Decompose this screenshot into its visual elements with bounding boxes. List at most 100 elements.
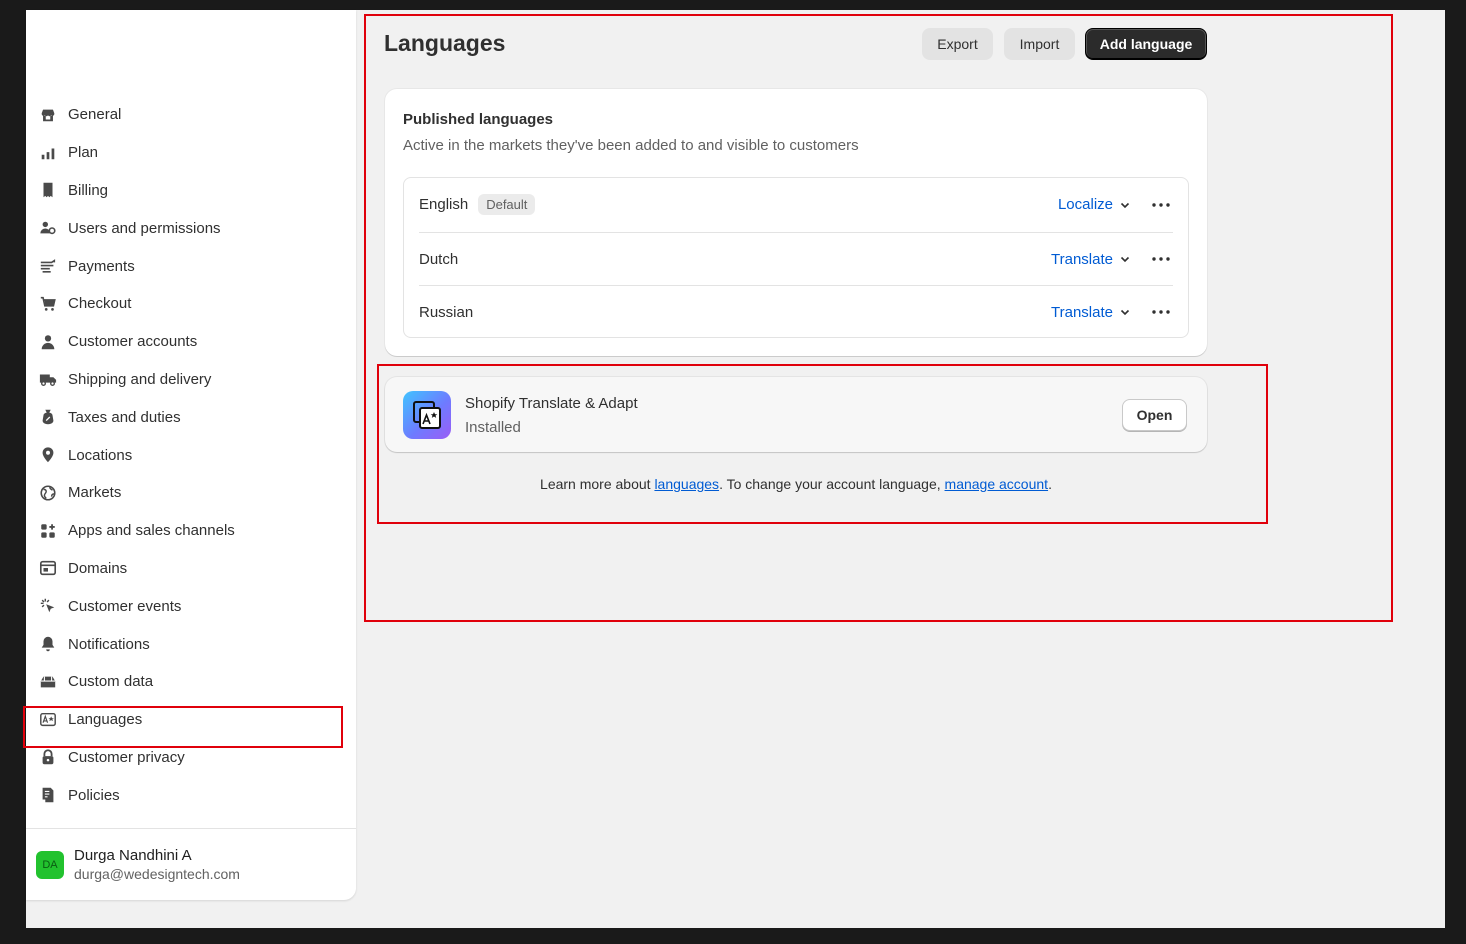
sidebar-item-notifications[interactable]: Notifications [26,625,356,663]
policies-icon [38,785,58,805]
localize-dropdown[interactable]: Localize [1058,196,1131,213]
apps-icon [38,521,58,541]
events-icon [38,596,58,616]
language-name: Russian [419,303,474,321]
user-email: durga@wedesigntech.com [74,866,240,882]
language-icon [38,710,58,730]
action-label: Localize [1057,196,1113,213]
sidebar-item-domains[interactable]: Domains [26,550,356,588]
page-title: Languages [384,30,506,56]
translate-dropdown[interactable]: Translate [1051,251,1131,268]
help-text-middle: . To change your account language, [719,476,945,492]
help-text-prefix: Learn more about [540,476,655,492]
chevron-down-icon [1120,256,1130,263]
settings-window: General Plan Billing Users and permissio… [23,10,1445,928]
domain-icon [38,558,58,578]
sidebar-item-checkout[interactable]: Checkout [26,285,356,323]
sidebar-item-label: Customer accounts [68,333,198,351]
sidebar-item-locations[interactable]: Locations [26,436,356,474]
lock-icon [38,747,58,767]
translate-app-icon [403,391,451,439]
help-text-suffix: . [1048,476,1052,492]
cart-icon [38,294,58,314]
user-info: Durga Nandhini A durga@wedesigntech.com [74,847,240,882]
sidebar-item-label: Languages [68,711,143,729]
sidebar-item-customer-accounts[interactable]: Customer accounts [26,323,356,361]
export-button[interactable]: Export [922,28,993,60]
sidebar-item-label: Billing [68,181,109,199]
sidebar-item-payments[interactable]: Payments [26,247,356,285]
chevron-down-icon [1120,202,1130,208]
open-app-button[interactable]: Open [1122,399,1187,431]
sidebar-item-markets[interactable]: Markets [26,474,356,512]
settings-nav: General Plan Billing Users and permissio… [26,96,356,814]
more-actions-button[interactable] [1149,247,1173,271]
users-icon [38,218,58,238]
sidebar-item-label: Payments [68,257,135,275]
sidebar-item-customer-privacy[interactable]: Customer privacy [26,739,356,777]
sidebar-item-label: Policies [68,786,120,804]
sidebar-item-label: Apps and sales channels [68,522,235,540]
store-icon [38,105,58,125]
language-list: English Default Localize Dutch Translate [403,177,1189,338]
payments-icon [38,256,58,276]
app-status: Installed [465,419,521,436]
sidebar-item-general[interactable]: General [26,96,356,134]
sidebar-item-languages[interactable]: Languages [26,701,356,739]
account-menu[interactable]: DA Durga Nandhini A durga@wedesigntech.c… [26,828,356,900]
sidebar-item-label: Markets [68,484,122,502]
translate-dropdown[interactable]: Translate [1051,304,1131,321]
language-name: Dutch [419,250,459,268]
ellipsis-icon [1152,257,1170,261]
sidebar-item-plan[interactable]: Plan [26,134,356,172]
sidebar-item-label: Shipping and delivery [68,370,212,388]
translate-app-card: Shopify Translate & Adapt Installed Open [385,377,1207,452]
billing-icon [38,180,58,200]
avatar: DA [36,850,64,879]
sidebar-item-policies[interactable]: Policies [26,776,356,814]
import-button[interactable]: Import [1004,28,1075,60]
sidebar-item-label: Locations [68,446,133,464]
language-row-dutch: Dutch Translate [419,232,1173,285]
language-row-russian: Russian Translate [419,285,1173,338]
truck-icon [38,369,58,389]
action-label: Translate [1051,250,1113,268]
settings-sidebar: General Plan Billing Users and permissio… [26,10,356,900]
help-text: Learn more about languages. To change yo… [385,476,1207,492]
sidebar-item-customer-events[interactable]: Customer events [26,587,356,625]
language-name: English [419,196,469,213]
more-actions-button[interactable] [1149,193,1173,217]
card-subtitle: Active in the markets they've been added… [403,137,859,154]
tax-icon [38,407,58,427]
custom-data-icon [38,672,58,692]
add-language-button[interactable]: Add language [1085,28,1207,60]
sidebar-item-shipping[interactable]: Shipping and delivery [26,361,356,399]
sidebar-item-label: Taxes and duties [68,408,181,426]
sidebar-item-taxes[interactable]: Taxes and duties [26,398,356,436]
sidebar-item-label: Plan [68,144,99,162]
sidebar-item-apps[interactable]: Apps and sales channels [26,512,356,550]
globe-icon [38,483,58,503]
chevron-down-icon [1120,309,1130,316]
languages-link[interactable]: languages [654,476,719,492]
plan-icon [38,143,58,163]
person-icon [38,332,58,352]
sidebar-item-users[interactable]: Users and permissions [26,209,356,247]
sidebar-item-label: Custom data [68,673,154,691]
action-label: Translate [1051,303,1113,321]
card-title: Published languages [403,111,554,128]
sidebar-header [26,10,356,96]
ellipsis-icon [1152,310,1170,314]
sidebar-item-label: Notifications [68,635,150,653]
more-actions-button[interactable] [1149,300,1173,324]
ellipsis-icon [1152,202,1170,207]
sidebar-item-custom-data[interactable]: Custom data [26,663,356,701]
sidebar-item-billing[interactable]: Billing [26,172,356,210]
app-name: Shopify Translate & Adapt [465,395,638,412]
location-icon [38,445,58,465]
sidebar-item-label: Checkout [68,295,132,313]
sidebar-item-label: Users and permissions [68,219,221,237]
language-row-english: English Default Localize [419,178,1173,231]
user-name: Durga Nandhini A [74,847,192,864]
manage-account-link[interactable]: manage account [945,476,1049,492]
